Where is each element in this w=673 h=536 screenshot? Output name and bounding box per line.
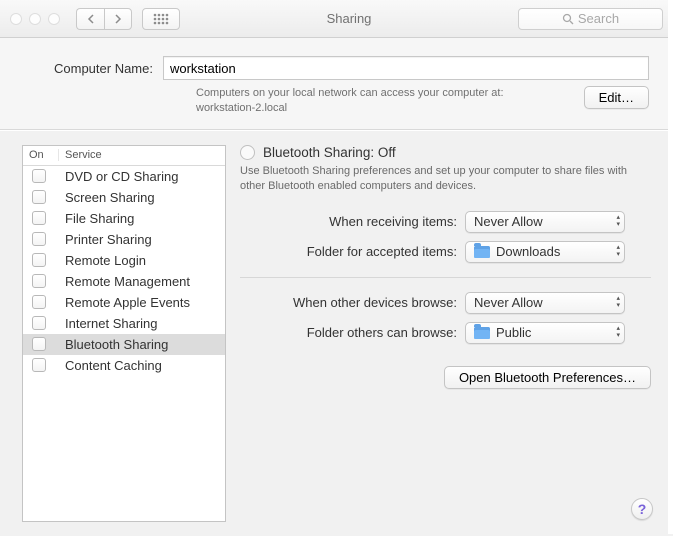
service-label: Remote Apple Events xyxy=(59,295,219,310)
service-label: Content Caching xyxy=(59,358,219,373)
service-checkbox[interactable] xyxy=(32,358,46,372)
service-checkbox[interactable] xyxy=(32,295,46,309)
help-button[interactable]: ? xyxy=(631,498,653,520)
accept-folder-value: Downloads xyxy=(496,244,560,259)
browse-label: When other devices browse: xyxy=(240,295,465,310)
service-checkbox[interactable] xyxy=(32,190,46,204)
chevron-updown-icon: ▴▾ xyxy=(616,295,620,309)
service-checkbox[interactable] xyxy=(32,316,46,330)
open-bluetooth-preferences-button[interactable]: Open Bluetooth Preferences… xyxy=(444,366,651,389)
zoom-window-button[interactable] xyxy=(48,13,60,25)
main-content: On Service DVD or CD Sharing Screen Shari… xyxy=(0,130,673,536)
computer-name-section: Computer Name: Computers on your local n… xyxy=(0,38,673,130)
accept-folder-popup[interactable]: Downloads ▴▾ xyxy=(465,241,625,263)
service-checkbox[interactable] xyxy=(32,211,46,225)
computer-name-label: Computer Name: xyxy=(54,61,153,76)
folder-icon xyxy=(474,246,490,258)
chevron-updown-icon: ▴▾ xyxy=(616,214,620,228)
service-heading: Bluetooth Sharing: Off xyxy=(263,145,396,160)
service-row[interactable]: Printer Sharing xyxy=(23,229,225,250)
service-checkbox[interactable] xyxy=(32,169,46,183)
search-field[interactable]: Search xyxy=(518,8,663,30)
divider xyxy=(240,277,651,278)
minimize-window-button[interactable] xyxy=(29,13,41,25)
chevron-updown-icon: ▴▾ xyxy=(616,325,620,339)
back-button[interactable] xyxy=(76,8,104,30)
search-icon xyxy=(562,13,574,25)
service-list-header: On Service xyxy=(23,146,225,166)
close-window-button[interactable] xyxy=(10,13,22,25)
browse-folder-label: Folder others can browse: xyxy=(240,325,465,340)
service-row[interactable]: Internet Sharing xyxy=(23,313,225,334)
service-label: Printer Sharing xyxy=(59,232,219,247)
service-description: Use Bluetooth Sharing preferences and se… xyxy=(240,164,651,195)
service-row[interactable]: DVD or CD Sharing xyxy=(23,166,225,187)
service-row[interactable]: Remote Apple Events xyxy=(23,292,225,313)
service-label: Bluetooth Sharing xyxy=(59,337,219,352)
service-list[interactable]: On Service DVD or CD Sharing Screen Shari… xyxy=(22,145,226,522)
column-service: Service xyxy=(59,149,219,161)
service-row[interactable]: Content Caching xyxy=(23,355,225,376)
service-label: Remote Login xyxy=(59,253,219,268)
receive-value: Never Allow xyxy=(474,214,543,229)
forward-button[interactable] xyxy=(104,8,132,30)
receive-label: When receiving items: xyxy=(240,214,465,229)
service-row[interactable]: Remote Management xyxy=(23,271,225,292)
browse-folder-value: Public xyxy=(496,325,531,340)
service-label: DVD or CD Sharing xyxy=(59,169,219,184)
computer-name-hint: Computers on your local network can acce… xyxy=(196,86,566,117)
titlebar: Sharing Search xyxy=(0,0,673,38)
window-controls xyxy=(10,13,60,25)
service-checkbox[interactable] xyxy=(32,274,46,288)
service-row[interactable]: Bluetooth Sharing xyxy=(23,334,225,355)
service-label: Remote Management xyxy=(59,274,219,289)
column-on: On xyxy=(29,149,59,161)
window-title: Sharing xyxy=(190,11,508,26)
computer-name-input[interactable] xyxy=(163,56,649,80)
search-placeholder: Search xyxy=(578,11,619,26)
chevron-updown-icon: ▴▾ xyxy=(616,244,620,258)
detail-pane: Bluetooth Sharing: Off Use Bluetooth Sha… xyxy=(226,131,673,536)
receive-popup[interactable]: Never Allow ▴▾ xyxy=(465,211,625,233)
service-row[interactable]: File Sharing xyxy=(23,208,225,229)
service-enable-toggle[interactable] xyxy=(240,145,255,160)
service-checkbox[interactable] xyxy=(32,253,46,267)
browse-popup[interactable]: Never Allow ▴▾ xyxy=(465,292,625,314)
service-label: Screen Sharing xyxy=(59,190,219,205)
service-row[interactable]: Screen Sharing xyxy=(23,187,225,208)
browse-value: Never Allow xyxy=(474,295,543,310)
browse-folder-popup[interactable]: Public ▴▾ xyxy=(465,322,625,344)
window-edge xyxy=(668,0,673,534)
service-row[interactable]: Remote Login xyxy=(23,250,225,271)
service-label: File Sharing xyxy=(59,211,219,226)
service-label: Internet Sharing xyxy=(59,316,219,331)
nav-buttons xyxy=(76,8,132,30)
show-all-button[interactable] xyxy=(142,8,180,30)
folder-icon xyxy=(474,327,490,339)
accept-folder-label: Folder for accepted items: xyxy=(240,244,465,259)
service-checkbox[interactable] xyxy=(32,232,46,246)
edit-button[interactable]: Edit… xyxy=(584,86,649,109)
service-checkbox[interactable] xyxy=(32,337,46,351)
